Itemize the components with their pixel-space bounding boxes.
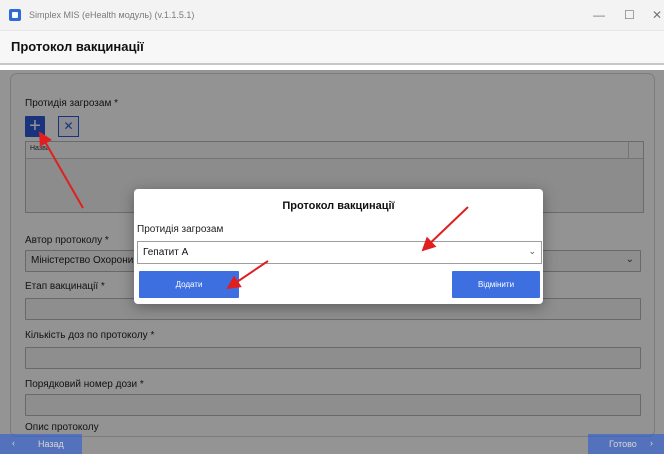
threat-dialog: Протокол вакцинації Протидія загрозам Ге… <box>134 189 543 304</box>
app-icon <box>9 9 21 21</box>
dialog-cancel-button[interactable]: Відмінити <box>452 271 540 298</box>
back-button-label: Назад <box>38 439 64 449</box>
dialog-field-label: Протидія загрозам <box>137 224 224 235</box>
window-title-bar: Simplex MIS (eHealth модуль) (v.1.1.5.1)… <box>0 0 664 31</box>
chevron-left-icon: ‹ <box>12 438 15 448</box>
page-header: Протокол вакцинації <box>0 31 664 65</box>
page-title: Протокол вакцинації <box>11 39 144 54</box>
chevron-down-icon: ⌄ <box>528 246 536 256</box>
window-title: Simplex MIS (eHealth модуль) (v.1.1.5.1) <box>29 10 195 20</box>
done-button[interactable]: Готово › <box>588 434 664 454</box>
dialog-add-button[interactable]: Додати <box>139 271 239 298</box>
threat-select[interactable]: Гепатит А ⌄ <box>137 241 542 264</box>
dialog-title: Протокол вакцинації <box>282 200 395 212</box>
back-button[interactable]: ‹ Назад <box>0 434 82 454</box>
threat-select-value: Гепатит А <box>143 247 189 258</box>
chevron-right-icon: › <box>650 438 653 448</box>
done-button-label: Готово <box>609 439 637 449</box>
minimize-button[interactable]: — <box>593 8 605 22</box>
close-window-button[interactable]: ✕ <box>652 8 662 22</box>
maximize-button[interactable]: ☐ <box>624 8 635 22</box>
